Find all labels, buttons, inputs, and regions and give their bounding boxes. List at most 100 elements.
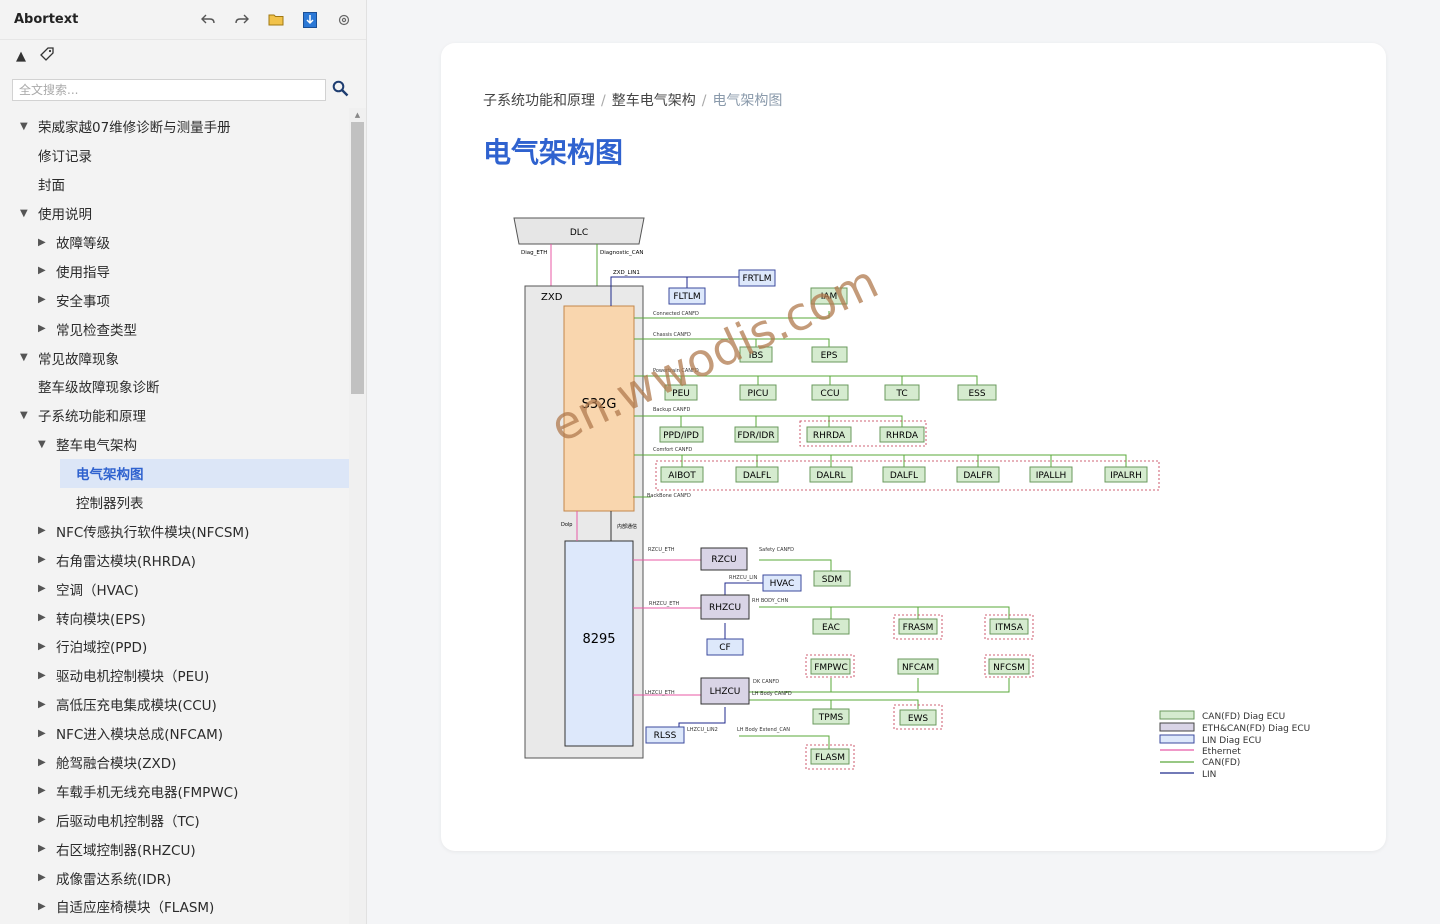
bus-label: Comfort CANFD [653, 447, 692, 453]
expanded-arrow-icon[interactable]: ▼ [20, 352, 34, 363]
ecu-sdm: SDM [822, 575, 842, 585]
collapsed-arrow-icon[interactable]: ▶ [38, 785, 52, 796]
tree-item-label: 使用指导 [56, 264, 110, 281]
tree-item[interactable]: ▶ 使用指导 [0, 256, 349, 285]
expanded-arrow-icon[interactable]: ▼ [20, 410, 34, 421]
tree-item[interactable]: ▼ 使用说明 [0, 199, 349, 228]
tree-item-label: 电气架构图 [76, 467, 144, 484]
ecu-nfcam: NFCAM [902, 663, 934, 673]
ecu-lhzcu: LHZCU [710, 687, 741, 697]
tree-item-label: NFC传感执行软件模块(NFCSM) [56, 524, 250, 541]
collapsed-arrow-icon[interactable]: ▶ [38, 583, 52, 594]
collapsed-arrow-icon[interactable]: ▶ [38, 612, 52, 623]
ecu-ipalrh: IPALRH [1110, 471, 1142, 481]
folder-icon[interactable] [264, 8, 288, 32]
expanded-arrow-icon[interactable]: ▼ [20, 121, 34, 132]
bus-label: Connected CANFD [653, 311, 699, 317]
tree-item[interactable]: 整车级故障现象诊断 [0, 372, 349, 401]
collapsed-arrow-icon[interactable]: ▶ [38, 757, 52, 768]
collapsed-arrow-icon[interactable]: ▶ [38, 670, 52, 681]
tree-item[interactable]: ▼ 常见故障现象 [0, 343, 349, 372]
tree-item[interactable]: 控制器列表 [60, 488, 349, 517]
tree-item[interactable]: ▼ 子系统功能和原理 [0, 401, 349, 430]
tree-item[interactable]: ▶ 故障等级 [0, 228, 349, 257]
collapsed-arrow-icon[interactable]: ▶ [38, 294, 52, 305]
tree-item[interactable]: ▶ 驱动电机控制模块（PEU) [0, 661, 349, 690]
collapsed-arrow-icon[interactable]: ▶ [38, 525, 52, 536]
tree-item[interactable]: ▼ 整车电气架构 [0, 430, 349, 459]
tree-item[interactable]: 修订记录 [0, 141, 349, 170]
collapsed-arrow-icon[interactable]: ▶ [38, 265, 52, 276]
content-card: 子系统功能和原理 / 整车电气架构 / 电气架构图 电气架构图 DLC Diag_ETH… [441, 43, 1386, 851]
tree-item[interactable]: ▶ 右区域控制器(RHZCU) [0, 834, 349, 863]
tree-item[interactable]: ▶ 转向模块(EPS) [0, 603, 349, 632]
ecu-rlss: RLSS [654, 731, 677, 741]
tag-icon[interactable] [40, 47, 54, 65]
tree-item[interactable]: ▶ 后驱动电机控制器（TC) [0, 805, 349, 834]
tree-item[interactable]: ▶ 右角雷达模块(RHRDA) [0, 545, 349, 574]
tree-item[interactable]: ▶ 舱驾融合模块(ZXD) [0, 748, 349, 777]
ecu-itmsa: ITMSA [995, 623, 1024, 633]
ecu-dalrl: DALRL [816, 471, 845, 481]
tree-item[interactable]: 封面 [0, 170, 349, 199]
settings-icon[interactable] [332, 8, 356, 32]
tree-item[interactable]: ▶ 成像雷达系统(IDR) [0, 863, 349, 892]
tree-item-label: 常见故障现象 [38, 351, 119, 368]
collapsed-arrow-icon[interactable]: ▶ [38, 728, 52, 739]
collapse-all-icon[interactable]: ▲ [16, 49, 26, 64]
tree-scrollbar[interactable]: ▲ [349, 108, 366, 924]
tree-item[interactable]: ▶ 常见检查类型 [0, 314, 349, 343]
tree-item[interactable]: ▶ 车载手机无线充电器(FMPWC) [0, 776, 349, 805]
tree-item[interactable]: ▶ NFC传感执行软件模块(NFCSM) [0, 516, 349, 545]
bus-label: RH BODY_CHN [752, 598, 788, 604]
scroll-up-arrow-icon[interactable]: ▲ [349, 108, 366, 122]
undo-arrow-icon[interactable] [196, 8, 220, 32]
collapsed-arrow-icon[interactable]: ▶ [38, 237, 52, 248]
tree-item[interactable]: ▶ 安全事项 [0, 285, 349, 314]
tree-item[interactable]: ▶ 自适应座椅模块（FLASM) [0, 892, 349, 921]
ecu-fmpwc: FMPWC [814, 663, 848, 673]
ecu-eac: EAC [822, 623, 840, 633]
collapsed-arrow-icon[interactable]: ▶ [38, 699, 52, 710]
architecture-diagram: DLC Diag_ETH Diagnostic_CAN ZXD S32G 829… [511, 213, 1331, 817]
tree-item-label: 安全事项 [56, 293, 110, 310]
collapsed-arrow-icon[interactable]: ▶ [38, 641, 52, 652]
collapsed-arrow-icon[interactable]: ▶ [38, 323, 52, 334]
collapsed-arrow-icon[interactable]: ▶ [38, 872, 52, 883]
bus-label: BackBone CANFD [647, 493, 691, 499]
collapsed-arrow-icon[interactable]: ▶ [38, 843, 52, 854]
scroll-thumb[interactable] [351, 122, 364, 394]
download-icon[interactable] [298, 8, 322, 32]
ecu-tpms: TPMS [818, 713, 844, 723]
collapsed-arrow-icon[interactable]: ▶ [38, 901, 52, 912]
diagram-legend: CAN(FD) Diag ECU ETH&CAN(FD) Diag ECU LI… [1159, 710, 1310, 780]
tree-item[interactable]: ▶ 高低压充电集成模块(CCU) [0, 690, 349, 719]
tree-tools: ▲ [0, 40, 366, 72]
tree-item[interactable]: ▶ NFC进入模块总成(NFCAM) [0, 719, 349, 748]
ecu-hvac: HVAC [770, 579, 795, 589]
search-input[interactable] [12, 79, 326, 101]
breadcrumb: 子系统功能和原理 / 整车电气架构 / 电气架构图 [483, 90, 782, 110]
tree-item[interactable]: ▶ 行泊域控(PPD) [0, 632, 349, 661]
breadcrumb-separator: / [701, 93, 707, 109]
tree-item-selected[interactable]: 电气架构图 [60, 458, 349, 488]
tree-item-label: 修订记录 [38, 149, 92, 166]
ecu-dalfr: DALFR [963, 471, 992, 481]
tree-item[interactable]: ▶ 空调（HVAC) [0, 574, 349, 603]
expanded-arrow-icon[interactable]: ▼ [38, 439, 52, 450]
tree-item-label: 常见检查类型 [56, 322, 137, 339]
legend-item: LIN [1202, 770, 1216, 780]
dlc-label: DLC [570, 228, 588, 238]
tree-item-label: 使用说明 [38, 207, 92, 224]
tree-item-label: 高低压充电集成模块(CCU) [56, 698, 217, 715]
search-icon[interactable] [332, 80, 349, 101]
ecu-ews: EWS [908, 714, 929, 724]
tree-item[interactable]: ▼ 荣威家越07维修诊断与测量手册 [0, 112, 349, 141]
breadcrumb-item[interactable]: 子系统功能和原理 [483, 93, 595, 109]
redo-arrow-icon[interactable] [230, 8, 254, 32]
breadcrumb-item[interactable]: 整车电气架构 [612, 93, 696, 109]
collapsed-arrow-icon[interactable]: ▶ [38, 814, 52, 825]
expanded-arrow-icon[interactable]: ▼ [20, 208, 34, 219]
bus-label: DK CANFD [753, 679, 779, 685]
collapsed-arrow-icon[interactable]: ▶ [38, 554, 52, 565]
